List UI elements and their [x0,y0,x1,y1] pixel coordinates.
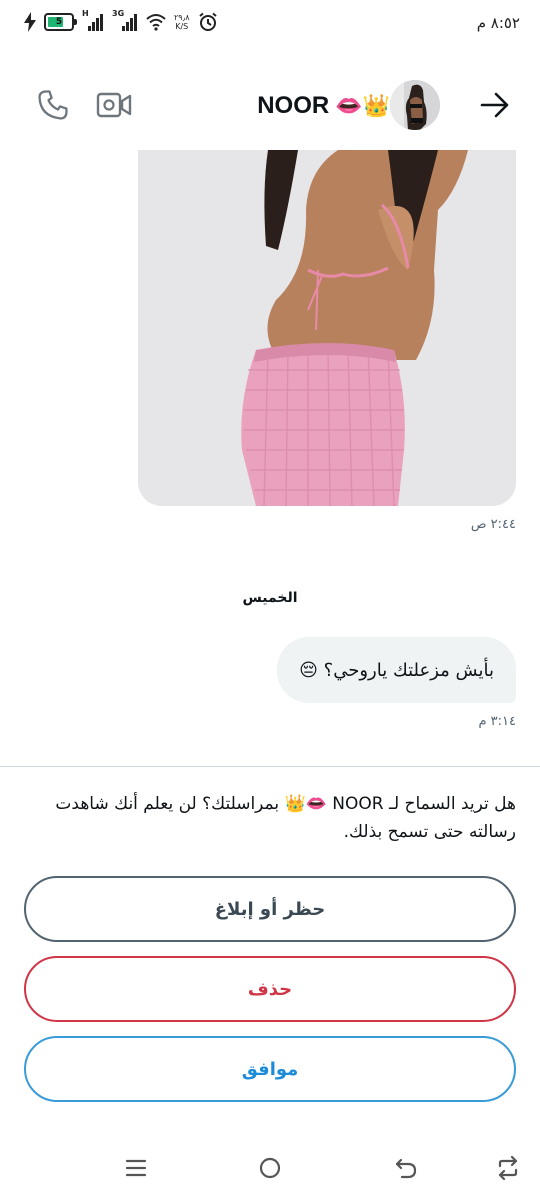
battery-level: 5 [55,17,63,27]
status-icons: 5 H 3G ٢٩٫٨ K/S [24,9,218,32]
dm-screen: 5 H 3G ٢٩٫٨ K/S ٨:٥٢ م NOOR 👄👑 ٢:٤٤ ص ال… [0,0,540,1200]
network-speed-unit: K/S [175,22,189,31]
alarm-icon [198,12,217,31]
wifi-icon [146,14,166,31]
message-timestamp: ٣:١٤ م [478,714,516,729]
rotate-icon[interactable] [494,1154,522,1182]
system-nav-bar [0,1136,540,1200]
accept-label: موافق [241,1058,299,1080]
block-report-button[interactable]: حظر أو إبلاغ [24,876,516,942]
message-text: بأيش مزعلتك ياروحي؟ 😔 [299,659,494,681]
battery-icon: 5 [44,13,77,31]
message-request-prompt: هل تريد السماح لـ NOOR 👄👑 بمراسلتك؟ لن ي… [55,794,516,842]
divider [0,766,540,767]
back-arrow-icon[interactable] [480,92,510,118]
block-report-label: حظر أو إبلاغ [214,898,326,920]
image-message[interactable] [138,150,516,506]
home-icon[interactable] [256,1154,284,1182]
back-icon[interactable] [392,1154,420,1182]
network-speed-value: ٢٩٫٨ [174,13,190,22]
accept-button[interactable]: موافق [24,1036,516,1102]
conversation-title[interactable]: NOOR 👄👑 [257,90,390,122]
signal-icon: 3G [112,9,138,31]
delete-label: حذف [247,978,293,1000]
conversation-header: NOOR 👄👑 [0,52,540,148]
menu-icon[interactable] [122,1154,150,1182]
charging-bolt-icon [24,12,36,32]
network-speed: ٢٩٫٨ K/S [174,13,190,31]
delete-button[interactable]: حذف [24,956,516,1022]
status-time: ٨:٥٢ م [476,14,520,32]
video-call-icon[interactable] [96,90,132,120]
status-bar: 5 H 3G ٢٩٫٨ K/S ٨:٥٢ م [0,0,540,52]
signal-icon: H [82,9,104,31]
contact-name: NOOR [257,92,330,119]
signal-type-label: H [82,9,89,18]
day-separator: الخميس [242,590,298,606]
avatar[interactable] [390,80,440,130]
message-timestamp: ٢:٤٤ ص [470,517,516,532]
phone-icon[interactable] [36,88,70,122]
signal-type-label: 3G [112,9,125,18]
contact-emoji: 👄👑 [335,93,390,119]
message-bubble[interactable]: بأيش مزعلتك ياروحي؟ 😔 [277,637,516,703]
